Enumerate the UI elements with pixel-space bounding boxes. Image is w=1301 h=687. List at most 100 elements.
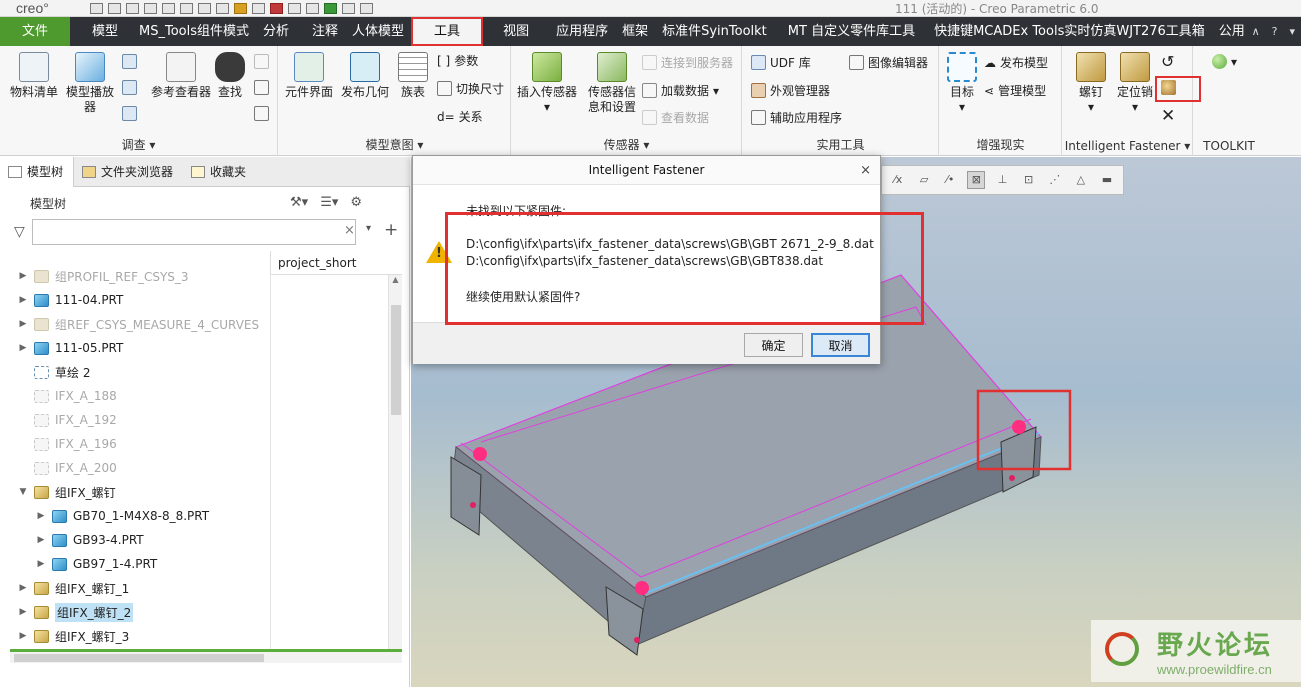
spin-center-icon[interactable]: ⋰ — [1047, 172, 1063, 188]
csys-icon[interactable]: ⊥ — [994, 172, 1010, 188]
tab-favorites[interactable]: 收藏夹 — [183, 157, 256, 187]
chevron-right-icon[interactable]: ▶ — [16, 319, 30, 329]
tab-model-tree[interactable]: 模型树 — [0, 157, 75, 187]
tree-item[interactable]: ▼ 组IFX_螺钉 — [0, 480, 388, 504]
chevron-right-icon[interactable]: ▶ — [16, 343, 30, 353]
dowel-pin-button[interactable]: 定位销 ▾ — [1113, 52, 1157, 115]
publish-model-button[interactable]: ☁ 发布模型 — [984, 54, 1048, 71]
switch-dimensions-button[interactable]: 切换尺寸 — [437, 80, 504, 97]
clear-search-icon[interactable]: × — [344, 223, 355, 238]
tab-tools[interactable]: 工具 — [411, 17, 484, 46]
udf-library-button[interactable]: UDF 库 — [751, 54, 811, 71]
print-icon[interactable] — [144, 2, 157, 14]
tree-item[interactable]: ▶ GB93-4.PRT — [0, 528, 388, 552]
chevron-right-icon[interactable]: ▶ — [16, 295, 30, 305]
tab-human-model[interactable]: 人体模型 — [345, 17, 411, 46]
redefine-icon[interactable]: ↺ — [1161, 52, 1174, 71]
layer-icon[interactable] — [252, 2, 265, 14]
regenerate-icon[interactable] — [198, 2, 211, 14]
inv-small-1[interactable] — [122, 54, 137, 69]
new-icon[interactable] — [90, 2, 103, 14]
tab-file[interactable]: 文件 — [0, 17, 70, 46]
inv-small-6[interactable] — [254, 106, 269, 121]
auxiliary-app-button[interactable]: 辅助应用程序 — [751, 109, 842, 126]
tab-ms-tools[interactable]: MS_Tools组件模式 — [125, 17, 256, 46]
help-icon[interactable]: ? — [1272, 25, 1278, 38]
reference-viewer-button[interactable]: 参考查看器 — [150, 52, 212, 100]
datum-plane-icon[interactable]: ▱ — [916, 172, 932, 188]
scroll-thumb[interactable] — [391, 305, 401, 415]
dialog-close-icon[interactable]: × — [860, 156, 871, 185]
tree-item[interactable]: ▶ 111-04.PRT — [0, 288, 388, 312]
hscroll-thumb[interactable] — [14, 654, 264, 662]
target-button[interactable]: 目标 ▾ — [942, 52, 982, 115]
model-player-button[interactable]: 模型播放器 — [62, 52, 118, 115]
bom-button[interactable]: 物料清单 — [6, 52, 62, 100]
insert-sensor-button[interactable]: 插入传感器 ▾ — [514, 52, 580, 115]
tree-item[interactable]: ▶ 组IFX_螺钉_2 — [0, 600, 388, 624]
parameters-button[interactable]: [ ] 参数 — [437, 52, 478, 69]
tree-item[interactable]: ▶ 组IFX_螺钉_1 — [0, 576, 388, 600]
tab-view[interactable]: 视图 — [483, 17, 536, 46]
connect-server-button[interactable]: 连接到服务器 — [642, 54, 733, 71]
tab-mcadex[interactable]: 快捷键MCADEx Tools实时仿真WJT276工具箱 — [922, 17, 1212, 46]
load-data-button[interactable]: 加载数据 ▾ — [642, 82, 719, 99]
view-manager-icon[interactable]: ▬ — [1099, 172, 1115, 188]
tree-item[interactable]: ▶ 组REF_CSYS_MEASURE_4_CURVES — [0, 312, 388, 336]
display-style-icon[interactable]: △ — [1073, 172, 1089, 188]
tree-item[interactable]: IFX_A_200 — [0, 456, 388, 480]
search-dropdown-icon[interactable]: ▾ — [366, 223, 371, 234]
tool-icon[interactable] — [288, 2, 301, 14]
toolkit-button[interactable]: ▾ — [1212, 54, 1237, 69]
tree-horizontal-scrollbar[interactable] — [10, 649, 402, 663]
open-icon[interactable] — [108, 2, 121, 14]
chevron-right-icon[interactable]: ▶ — [16, 583, 30, 593]
measure-icon[interactable] — [306, 2, 319, 14]
tab-framework[interactable]: 框架 — [615, 17, 655, 46]
publish-geometry-button[interactable]: 发布几何 — [337, 52, 393, 100]
tab-applications[interactable]: 应用程序 — [536, 17, 615, 46]
tab-model[interactable]: 模型 — [70, 17, 125, 46]
inv-small-4[interactable] — [254, 54, 269, 69]
chevron-right-icon[interactable]: ▶ — [16, 631, 30, 641]
tree-item[interactable]: IFX_A_196 — [0, 432, 388, 456]
settings-icon[interactable] — [234, 2, 247, 14]
save-icon[interactable] — [126, 2, 139, 14]
tab-analysis[interactable]: 分析 — [256, 17, 296, 46]
window-icon[interactable] — [216, 2, 229, 14]
chevron-right-icon[interactable]: ▶ — [34, 535, 48, 545]
relations-button[interactable]: d= 关系 — [437, 108, 483, 125]
tree-item[interactable]: ▶ 组PROFIL_REF_CSYS_3 — [0, 264, 388, 288]
sensor-info-button[interactable]: 传感器信息和设置 — [584, 52, 640, 115]
family-table-button[interactable]: 族表 — [393, 52, 433, 100]
find-button[interactable]: 查找 — [210, 52, 250, 100]
chevron-right-icon[interactable]: ▶ — [34, 511, 48, 521]
tree-item[interactable]: ▶ GB70_1-M4X8-8_8.PRT — [0, 504, 388, 528]
tree-item[interactable]: ▶ GB97_1-4.PRT — [0, 552, 388, 576]
ok-button[interactable]: 确定 — [744, 333, 803, 357]
datum-axis-icon[interactable]: ⁄x — [890, 172, 906, 188]
image-editor-button[interactable]: 图像编辑器 — [849, 54, 928, 71]
tab-annotate[interactable]: 注释 — [296, 17, 345, 46]
manage-model-button[interactable]: ⋖ 管理模型 — [984, 82, 1046, 99]
chevron-right-icon[interactable]: ▶ — [16, 607, 30, 617]
status-icon[interactable] — [324, 2, 337, 14]
add-filter-icon[interactable]: + — [384, 220, 398, 240]
tree-search-input[interactable] — [32, 219, 356, 245]
component-interface-button[interactable]: 元件界面 — [281, 52, 337, 100]
tree-item[interactable]: 草绘 2 — [0, 360, 388, 384]
inv-small-3[interactable] — [122, 106, 137, 121]
tab-folder-browser[interactable]: 文件夹浏览器 — [74, 157, 183, 187]
tree-settings-icon[interactable]: ⚒▾ — [290, 195, 308, 210]
cancel-button[interactable]: 取消 — [811, 333, 870, 357]
tab-common[interactable]: 公用 — [1212, 17, 1252, 46]
chevron-right-icon[interactable]: ▶ — [34, 559, 48, 569]
close-window-icon[interactable] — [270, 2, 283, 14]
ribbon-options-icon[interactable]: ▾ — [1289, 25, 1295, 38]
tab-mt-library[interactable]: MT 自定义零件库工具 — [774, 17, 922, 46]
appearance-manager-button[interactable]: 外观管理器 — [751, 82, 830, 99]
tree-item[interactable]: IFX_A_188 — [0, 384, 388, 408]
tree-item[interactable]: ▶ 组IFX_螺钉_3 — [0, 624, 388, 648]
screw-button[interactable]: 螺钉 ▾ — [1069, 52, 1113, 115]
inv-small-5[interactable] — [254, 80, 269, 95]
